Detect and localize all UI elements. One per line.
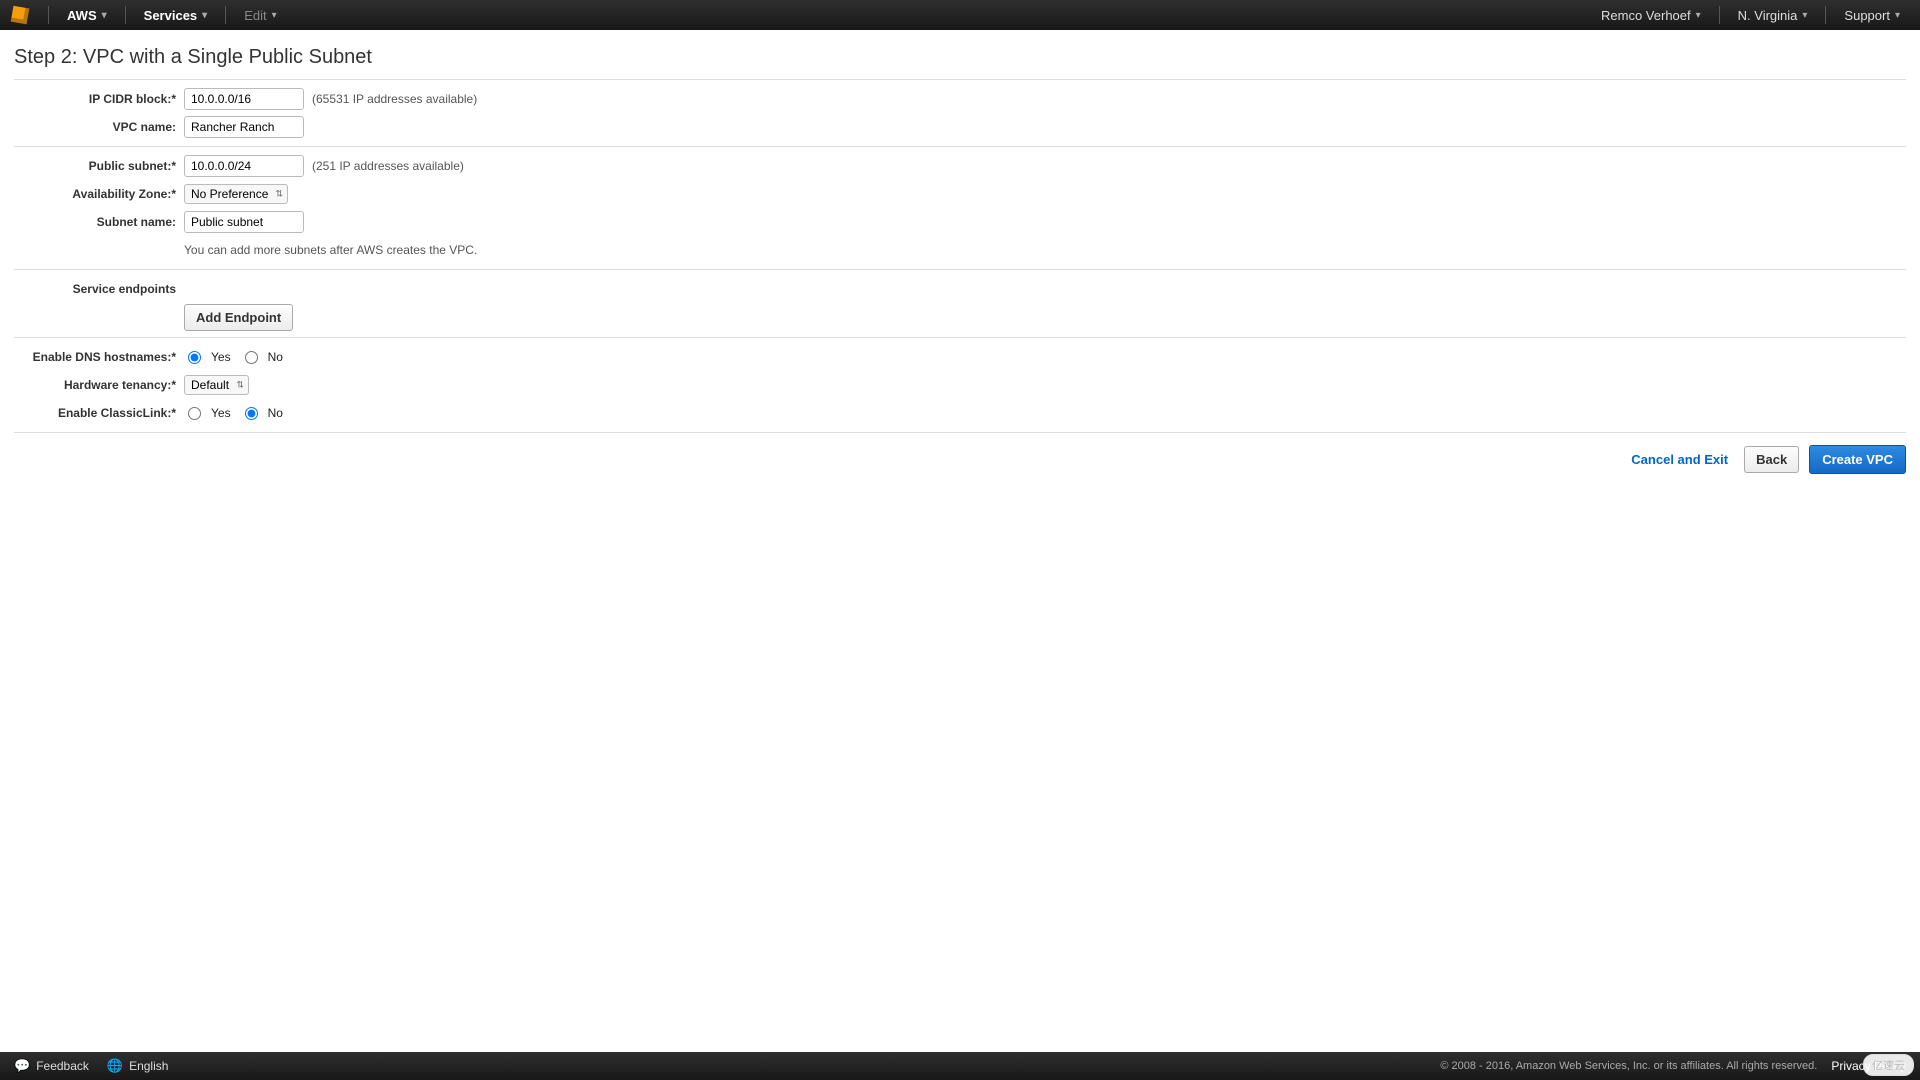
subnetname-input[interactable] xyxy=(184,211,304,233)
add-endpoint-button[interactable]: Add Endpoint xyxy=(184,304,293,331)
nav-services-label: Services xyxy=(144,8,198,23)
nav-edit-label: Edit xyxy=(244,8,266,23)
cidr-input[interactable] xyxy=(184,88,304,110)
section-vpc: IP CIDR block:* (65531 IP addresses avai… xyxy=(14,80,1906,146)
feedback-link[interactable]: 💬 Feedback xyxy=(14,1058,89,1074)
classic-no-radio[interactable] xyxy=(245,407,258,420)
endpoints-label: Service endpoints xyxy=(14,282,184,296)
pubsubnet-input[interactable] xyxy=(184,155,304,177)
copyright: © 2008 - 2016, Amazon Web Services, Inc.… xyxy=(1440,1060,1817,1072)
divider xyxy=(1719,6,1720,24)
section-options: Enable DNS hostnames:* Yes No Hardware t… xyxy=(14,338,1906,432)
nav-aws[interactable]: AWS ▾ xyxy=(59,8,115,23)
action-bar: Cancel and Exit Back Create VPC xyxy=(14,433,1906,474)
chevron-down-icon: ▾ xyxy=(1802,10,1807,21)
dns-no-label: No xyxy=(268,350,283,364)
divider xyxy=(225,6,226,24)
dns-yes-label: Yes xyxy=(211,350,231,364)
top-nav: AWS ▾ Services ▾ Edit ▾ Remco Verhoef ▾ … xyxy=(0,0,1920,30)
subnetname-label: Subnet name: xyxy=(14,215,184,229)
dns-label: Enable DNS hostnames:* xyxy=(14,350,184,364)
page-body: Step 2: VPC with a Single Public Subnet … xyxy=(0,30,1920,1052)
language-link[interactable]: 🌐 English xyxy=(107,1058,169,1074)
az-select[interactable]: No Preference xyxy=(184,184,288,204)
chevron-down-icon: ▾ xyxy=(272,10,277,21)
speech-bubble-icon: 💬 xyxy=(14,1058,30,1074)
dns-no-radio[interactable] xyxy=(245,351,258,364)
cancel-link[interactable]: Cancel and Exit xyxy=(1631,452,1728,467)
chevron-down-icon: ▾ xyxy=(202,10,207,21)
footer: 💬 Feedback 🌐 English © 2008 - 2016, Amaz… xyxy=(0,1052,1920,1080)
aws-logo-icon xyxy=(11,6,30,25)
nav-region-label: N. Virginia xyxy=(1738,8,1798,23)
back-button[interactable]: Back xyxy=(1744,446,1799,473)
nav-support[interactable]: Support ▾ xyxy=(1836,8,1908,23)
globe-icon: 🌐 xyxy=(107,1058,123,1074)
az-label: Availability Zone:* xyxy=(14,187,184,201)
pubsubnet-hint: (251 IP addresses available) xyxy=(312,159,464,173)
divider xyxy=(125,6,126,24)
create-vpc-button[interactable]: Create VPC xyxy=(1809,445,1906,474)
divider xyxy=(48,6,49,24)
nav-region[interactable]: N. Virginia ▾ xyxy=(1730,8,1816,23)
classic-no-label: No xyxy=(268,406,283,420)
nav-services[interactable]: Services ▾ xyxy=(136,8,216,23)
vpcname-input[interactable] xyxy=(184,116,304,138)
nav-user-label: Remco Verhoef xyxy=(1601,8,1691,23)
chevron-down-icon: ▾ xyxy=(102,10,107,21)
cidr-hint: (65531 IP addresses available) xyxy=(312,92,477,106)
subnet-note: You can add more subnets after AWS creat… xyxy=(184,243,477,257)
nav-edit[interactable]: Edit ▾ xyxy=(236,8,284,23)
nav-aws-label: AWS xyxy=(67,8,97,23)
tenancy-select[interactable]: Default xyxy=(184,375,249,395)
page-title: Step 2: VPC with a Single Public Subnet xyxy=(14,46,1906,69)
classic-label: Enable ClassicLink:* xyxy=(14,406,184,420)
section-endpoints: Service endpoints Add Endpoint xyxy=(14,270,1906,337)
divider xyxy=(1825,6,1826,24)
classic-yes-radio[interactable] xyxy=(188,407,201,420)
section-subnet: Public subnet:* (251 IP addresses availa… xyxy=(14,147,1906,269)
chevron-down-icon: ▾ xyxy=(1696,10,1701,21)
dns-yes-radio[interactable] xyxy=(188,351,201,364)
language-label: English xyxy=(129,1059,168,1073)
feedback-label: Feedback xyxy=(36,1059,89,1073)
nav-user[interactable]: Remco Verhoef ▾ xyxy=(1593,8,1709,23)
tenancy-label: Hardware tenancy:* xyxy=(14,378,184,392)
chevron-down-icon: ▾ xyxy=(1895,10,1900,21)
vpcname-label: VPC name: xyxy=(14,120,184,134)
pubsubnet-label: Public subnet:* xyxy=(14,159,184,173)
classic-yes-label: Yes xyxy=(211,406,231,420)
nav-support-label: Support xyxy=(1844,8,1890,23)
watermark: 亿速云 xyxy=(1863,1054,1914,1076)
cidr-label: IP CIDR block:* xyxy=(14,92,184,106)
